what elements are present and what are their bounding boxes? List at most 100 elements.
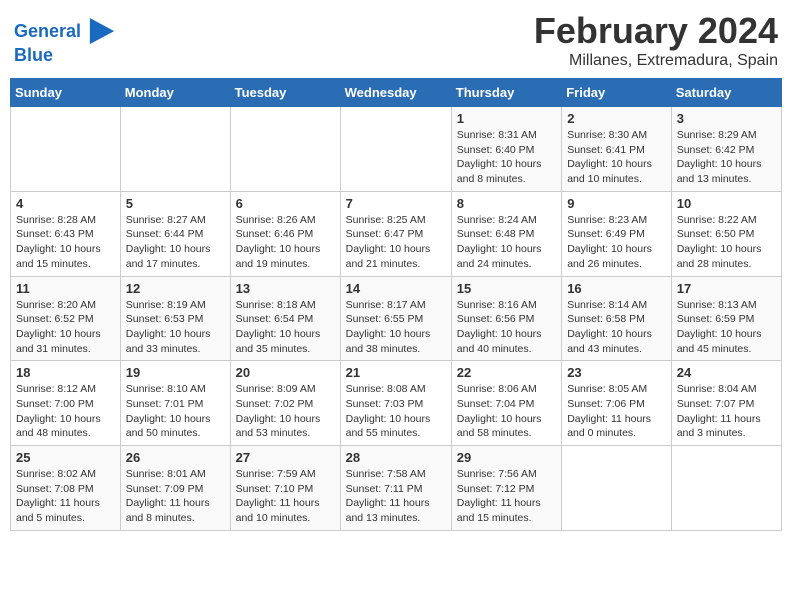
- calendar-cell-w2-d2: 5 Sunrise: 8:27 AMSunset: 6:44 PMDaylight…: [120, 191, 230, 276]
- day-number: 26: [126, 450, 225, 465]
- calendar-cell-w5-d6: [562, 446, 672, 531]
- day-number: 4: [16, 196, 115, 211]
- col-wednesday: Wednesday: [340, 79, 451, 107]
- day-info: Sunrise: 8:19 AMSunset: 6:53 PMDaylight:…: [126, 298, 225, 357]
- day-info: Sunrise: 8:20 AMSunset: 6:52 PMDaylight:…: [16, 298, 115, 357]
- day-number: 5: [126, 196, 225, 211]
- day-info: Sunrise: 8:06 AMSunset: 7:04 PMDaylight:…: [457, 382, 556, 441]
- day-info: Sunrise: 8:02 AMSunset: 7:08 PMDaylight:…: [16, 467, 115, 526]
- col-monday: Monday: [120, 79, 230, 107]
- day-number: 6: [236, 196, 335, 211]
- day-info: Sunrise: 7:56 AMSunset: 7:12 PMDaylight:…: [457, 467, 556, 526]
- day-info: Sunrise: 7:59 AMSunset: 7:10 PMDaylight:…: [236, 467, 335, 526]
- day-number: 12: [126, 281, 225, 296]
- calendar-cell-w3-d4: 14Sunrise: 8:17 AMSunset: 6:55 PMDayligh…: [340, 276, 451, 361]
- title-block: February 2024 Millanes, Extremadura, Spa…: [534, 10, 778, 70]
- day-info: Sunrise: 8:14 AMSunset: 6:58 PMDaylight:…: [567, 298, 666, 357]
- day-info: Sunrise: 8:26 AMSunset: 6:46 PMDaylight:…: [236, 213, 335, 272]
- day-number: 22: [457, 365, 556, 380]
- calendar-header-row: Sunday Monday Tuesday Wednesday Thursday…: [11, 79, 782, 107]
- day-number: 29: [457, 450, 556, 465]
- day-number: 1: [457, 111, 556, 126]
- day-number: 10: [677, 196, 776, 211]
- day-info: Sunrise: 8:12 AMSunset: 7:00 PMDaylight:…: [16, 382, 115, 441]
- calendar-cell-w4-d5: 22 Sunrise: 8:06 AMSunset: 7:04 PMDayligh…: [451, 361, 561, 446]
- calendar-cell-w1-d5: 1 Sunrise: 8:31 AMSunset: 6:40 PMDaylight…: [451, 107, 561, 192]
- week-row-5: 25 Sunrise: 8:02 AMSunset: 7:08 PMDayligh…: [11, 446, 782, 531]
- calendar-cell-w1-d1: [11, 107, 121, 192]
- day-number: 15: [457, 281, 556, 296]
- day-info: Sunrise: 8:28 AMSunset: 6:43 PMDaylight:…: [16, 213, 115, 272]
- calendar-cell-w5-d1: 25 Sunrise: 8:02 AMSunset: 7:08 PMDayligh…: [11, 446, 121, 531]
- calendar-cell-w4-d6: 23Sunrise: 8:05 AMSunset: 7:06 PMDayligh…: [562, 361, 672, 446]
- day-info: Sunrise: 8:27 AMSunset: 6:44 PMDaylight:…: [126, 213, 225, 272]
- calendar-cell-w4-d1: 18 Sunrise: 8:12 AMSunset: 7:00 PMDayligh…: [11, 361, 121, 446]
- day-number: 21: [346, 365, 446, 380]
- calendar-cell-w1-d3: [230, 107, 340, 192]
- day-number: 20: [236, 365, 335, 380]
- day-number: 28: [346, 450, 446, 465]
- day-info: Sunrise: 8:05 AMSunset: 7:06 PMDaylight:…: [567, 382, 666, 441]
- calendar-cell-w4-d3: 20 Sunrise: 8:09 AMSunset: 7:02 PMDayligh…: [230, 361, 340, 446]
- day-info: Sunrise: 8:17 AMSunset: 6:55 PMDaylight:…: [346, 298, 446, 357]
- day-number: 27: [236, 450, 335, 465]
- day-info: Sunrise: 8:31 AMSunset: 6:40 PMDaylight:…: [457, 128, 556, 187]
- col-saturday: Saturday: [671, 79, 781, 107]
- month-year-title: February 2024: [534, 10, 778, 52]
- day-info: Sunrise: 8:23 AMSunset: 6:49 PMDaylight:…: [567, 213, 666, 272]
- calendar-cell-w1-d7: 3 Sunrise: 8:29 AMSunset: 6:42 PMDaylight…: [671, 107, 781, 192]
- day-info: Sunrise: 8:30 AMSunset: 6:41 PMDaylight:…: [567, 128, 666, 187]
- day-info: Sunrise: 8:18 AMSunset: 6:54 PMDaylight:…: [236, 298, 335, 357]
- calendar-table: Sunday Monday Tuesday Wednesday Thursday…: [10, 78, 782, 531]
- week-row-3: 11Sunrise: 8:20 AMSunset: 6:52 PMDayligh…: [11, 276, 782, 361]
- calendar-cell-w2-d6: 9 Sunrise: 8:23 AMSunset: 6:49 PMDaylight…: [562, 191, 672, 276]
- day-number: 8: [457, 196, 556, 211]
- calendar-cell-w5-d3: 27 Sunrise: 7:59 AMSunset: 7:10 PMDayligh…: [230, 446, 340, 531]
- calendar-cell-w3-d3: 13 Sunrise: 8:18 AMSunset: 6:54 PMDayligh…: [230, 276, 340, 361]
- calendar-cell-w2-d1: 4 Sunrise: 8:28 AMSunset: 6:43 PMDaylight…: [11, 191, 121, 276]
- day-info: Sunrise: 8:25 AMSunset: 6:47 PMDaylight:…: [346, 213, 446, 272]
- calendar-cell-w3-d6: 16 Sunrise: 8:14 AMSunset: 6:58 PMDayligh…: [562, 276, 672, 361]
- day-info: Sunrise: 8:10 AMSunset: 7:01 PMDaylight:…: [126, 382, 225, 441]
- day-number: 9: [567, 196, 666, 211]
- calendar-cell-w2-d7: 10 Sunrise: 8:22 AMSunset: 6:50 PMDayligh…: [671, 191, 781, 276]
- logo-blue: Blue: [14, 46, 116, 66]
- week-row-2: 4 Sunrise: 8:28 AMSunset: 6:43 PMDaylight…: [11, 191, 782, 276]
- calendar-cell-w5-d7: [671, 446, 781, 531]
- calendar-cell-w3-d5: 15Sunrise: 8:16 AMSunset: 6:56 PMDayligh…: [451, 276, 561, 361]
- day-number: 19: [126, 365, 225, 380]
- day-number: 3: [677, 111, 776, 126]
- calendar-cell-w2-d5: 8 Sunrise: 8:24 AMSunset: 6:48 PMDaylight…: [451, 191, 561, 276]
- day-number: 25: [16, 450, 115, 465]
- day-number: 17: [677, 281, 776, 296]
- day-number: 24: [677, 365, 776, 380]
- logo-icon: [88, 18, 116, 46]
- calendar-cell-w4-d7: 24Sunrise: 8:04 AMSunset: 7:07 PMDayligh…: [671, 361, 781, 446]
- day-info: Sunrise: 7:58 AMSunset: 7:11 PMDaylight:…: [346, 467, 446, 526]
- week-row-1: 1 Sunrise: 8:31 AMSunset: 6:40 PMDaylight…: [11, 107, 782, 192]
- day-info: Sunrise: 8:29 AMSunset: 6:42 PMDaylight:…: [677, 128, 776, 187]
- col-tuesday: Tuesday: [230, 79, 340, 107]
- day-number: 18: [16, 365, 115, 380]
- day-info: Sunrise: 8:09 AMSunset: 7:02 PMDaylight:…: [236, 382, 335, 441]
- day-number: 16: [567, 281, 666, 296]
- calendar-cell-w2-d4: 7 Sunrise: 8:25 AMSunset: 6:47 PMDaylight…: [340, 191, 451, 276]
- day-number: 2: [567, 111, 666, 126]
- day-info: Sunrise: 8:01 AMSunset: 7:09 PMDaylight:…: [126, 467, 225, 526]
- calendar-cell-w5-d5: 29 Sunrise: 7:56 AMSunset: 7:12 PMDayligh…: [451, 446, 561, 531]
- col-friday: Friday: [562, 79, 672, 107]
- day-info: Sunrise: 8:24 AMSunset: 6:48 PMDaylight:…: [457, 213, 556, 272]
- logo: General Blue: [14, 18, 116, 66]
- calendar-cell-w3-d1: 11Sunrise: 8:20 AMSunset: 6:52 PMDayligh…: [11, 276, 121, 361]
- day-number: 7: [346, 196, 446, 211]
- calendar-cell-w1-d6: 2 Sunrise: 8:30 AMSunset: 6:41 PMDaylight…: [562, 107, 672, 192]
- calendar-cell-w5-d2: 26 Sunrise: 8:01 AMSunset: 7:09 PMDayligh…: [120, 446, 230, 531]
- calendar-cell-w1-d4: [340, 107, 451, 192]
- calendar-cell-w2-d3: 6 Sunrise: 8:26 AMSunset: 6:46 PMDaylight…: [230, 191, 340, 276]
- calendar-cell-w4-d2: 19 Sunrise: 8:10 AMSunset: 7:01 PMDayligh…: [120, 361, 230, 446]
- day-number: 13: [236, 281, 335, 296]
- page-header: General Blue February 2024 Millanes, Ext…: [10, 10, 782, 70]
- calendar-cell-w3-d7: 17Sunrise: 8:13 AMSunset: 6:59 PMDayligh…: [671, 276, 781, 361]
- day-info: Sunrise: 8:22 AMSunset: 6:50 PMDaylight:…: [677, 213, 776, 272]
- calendar-cell-w1-d2: [120, 107, 230, 192]
